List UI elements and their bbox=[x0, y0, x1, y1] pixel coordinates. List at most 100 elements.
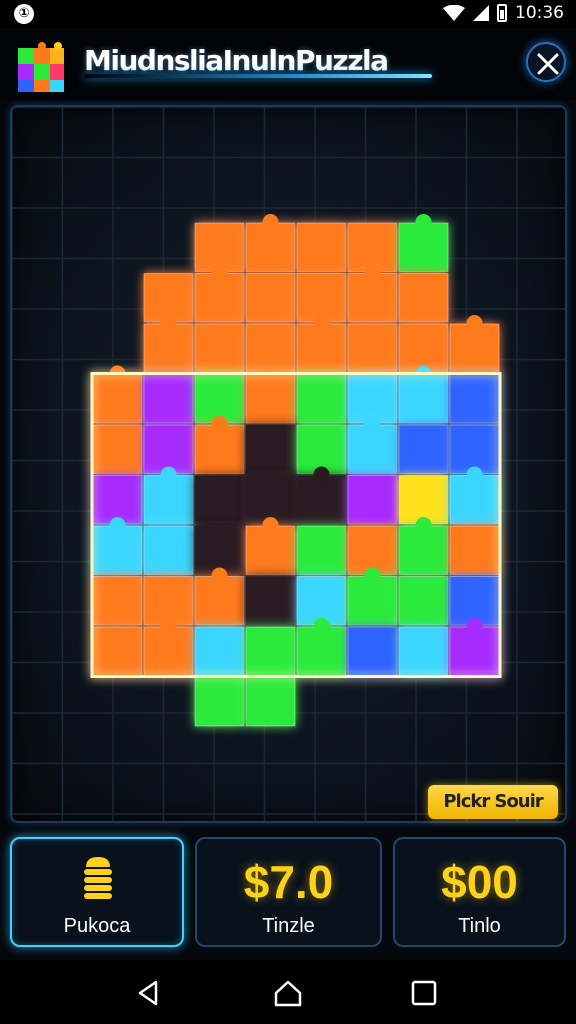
puzzle-knob bbox=[466, 618, 483, 634]
puzzle-piece[interactable] bbox=[92, 374, 143, 424]
puzzle-piece[interactable] bbox=[143, 576, 194, 626]
puzzle-piece[interactable] bbox=[194, 525, 245, 575]
puzzle-piece[interactable] bbox=[194, 222, 245, 272]
puzzle-piece[interactable] bbox=[143, 323, 194, 373]
puzzle-piece[interactable] bbox=[245, 525, 296, 575]
tile-label: Tinzle bbox=[262, 915, 315, 937]
coin-stack-icon bbox=[84, 857, 112, 899]
puzzle-piece[interactable] bbox=[92, 576, 143, 626]
puzzle-piece[interactable] bbox=[296, 222, 347, 272]
puzzle-piece[interactable] bbox=[449, 374, 500, 424]
puzzle-piece[interactable] bbox=[92, 626, 143, 676]
tile-tinzle[interactable]: $7.0 Tinzle bbox=[195, 837, 382, 947]
puzzle-piece[interactable] bbox=[296, 626, 347, 676]
home-icon[interactable] bbox=[271, 976, 305, 1010]
tile-pukoca[interactable]: Pukoca bbox=[10, 837, 184, 947]
puzzle-piece[interactable] bbox=[296, 323, 347, 373]
puzzle-knob bbox=[262, 214, 279, 230]
puzzle-knob bbox=[313, 466, 330, 483]
pick-source-button[interactable]: Plckr Souir bbox=[428, 785, 558, 819]
puzzle-piece[interactable] bbox=[347, 222, 398, 272]
puzzle-piece[interactable] bbox=[347, 475, 398, 525]
puzzle-piece[interactable] bbox=[143, 273, 194, 323]
battery-icon bbox=[497, 4, 507, 22]
notification-icon: ① bbox=[14, 4, 34, 24]
puzzle-pieces[interactable] bbox=[12, 107, 567, 823]
tile-tinlo[interactable]: $00 Tinlo bbox=[393, 837, 566, 947]
puzzle-piece[interactable] bbox=[347, 626, 398, 676]
puzzle-piece[interactable] bbox=[194, 424, 245, 474]
puzzle-piece[interactable] bbox=[347, 424, 398, 474]
puzzle-knob bbox=[109, 517, 126, 533]
puzzle-piece[interactable] bbox=[398, 273, 449, 323]
puzzle-knob bbox=[211, 567, 228, 584]
puzzle-piece[interactable] bbox=[296, 374, 347, 424]
puzzle-piece[interactable] bbox=[449, 576, 500, 626]
puzzle-piece[interactable] bbox=[194, 374, 245, 424]
puzzle-piece[interactable] bbox=[449, 525, 500, 575]
tile-label: Pukoca bbox=[63, 915, 131, 937]
puzzle-piece[interactable] bbox=[92, 525, 143, 575]
app-header: MiudnsliaInulnPuzzla bbox=[0, 28, 576, 100]
puzzle-piece[interactable] bbox=[449, 475, 500, 525]
puzzle-piece[interactable] bbox=[296, 475, 347, 525]
tile-value: $00 bbox=[441, 856, 518, 908]
puzzle-piece[interactable] bbox=[296, 576, 347, 626]
puzzle-piece[interactable] bbox=[143, 475, 194, 525]
puzzle-piece[interactable] bbox=[245, 374, 296, 424]
close-button[interactable] bbox=[526, 42, 566, 82]
puzzle-piece[interactable] bbox=[398, 323, 449, 373]
puzzle-piece[interactable] bbox=[245, 475, 296, 525]
puzzle-piece[interactable] bbox=[245, 626, 296, 676]
puzzle-piece[interactable] bbox=[296, 424, 347, 474]
puzzle-piece[interactable] bbox=[143, 424, 194, 474]
puzzle-piece[interactable] bbox=[398, 525, 449, 575]
puzzle-piece[interactable] bbox=[92, 424, 143, 474]
puzzle-piece[interactable] bbox=[194, 323, 245, 373]
puzzle-piece[interactable] bbox=[245, 576, 296, 626]
tile-value: $7.0 bbox=[243, 856, 334, 908]
puzzle-piece[interactable] bbox=[143, 525, 194, 575]
puzzle-knob bbox=[466, 466, 483, 483]
recents-icon[interactable] bbox=[407, 976, 441, 1010]
status-bar: ① 10:36 bbox=[0, 0, 576, 28]
puzzle-piece[interactable] bbox=[143, 374, 194, 424]
back-icon[interactable] bbox=[132, 976, 166, 1010]
puzzle-board[interactable] bbox=[10, 105, 567, 823]
puzzle-piece[interactable] bbox=[245, 222, 296, 272]
puzzle-piece[interactable] bbox=[347, 374, 398, 424]
puzzle-piece[interactable] bbox=[245, 677, 296, 727]
puzzle-piece[interactable] bbox=[398, 626, 449, 676]
puzzle-piece[interactable] bbox=[194, 677, 245, 727]
puzzle-piece[interactable] bbox=[194, 626, 245, 676]
puzzle-piece[interactable] bbox=[296, 273, 347, 323]
puzzle-piece[interactable] bbox=[398, 222, 449, 272]
tile-label: Tinlo bbox=[458, 915, 501, 937]
puzzle-piece[interactable] bbox=[347, 525, 398, 575]
puzzle-piece[interactable] bbox=[245, 273, 296, 323]
puzzle-piece[interactable] bbox=[449, 323, 500, 373]
puzzle-piece[interactable] bbox=[296, 525, 347, 575]
puzzle-piece[interactable] bbox=[143, 626, 194, 676]
puzzle-piece[interactable] bbox=[398, 475, 449, 525]
puzzle-knob bbox=[313, 315, 330, 331]
puzzle-piece[interactable] bbox=[398, 374, 449, 424]
title-underline bbox=[84, 74, 432, 78]
puzzle-knob bbox=[160, 315, 177, 331]
puzzle-piece[interactable] bbox=[92, 475, 143, 525]
puzzle-piece[interactable] bbox=[347, 576, 398, 626]
puzzle-piece[interactable] bbox=[194, 576, 245, 626]
puzzle-piece[interactable] bbox=[245, 323, 296, 373]
puzzle-piece[interactable] bbox=[194, 475, 245, 525]
puzzle-piece[interactable] bbox=[449, 626, 500, 676]
puzzle-piece[interactable] bbox=[347, 273, 398, 323]
puzzle-knob bbox=[211, 416, 228, 432]
puzzle-piece[interactable] bbox=[449, 424, 500, 474]
puzzle-piece[interactable] bbox=[347, 323, 398, 373]
puzzle-piece[interactable] bbox=[194, 273, 245, 323]
puzzle-piece[interactable] bbox=[245, 424, 296, 474]
puzzle-piece[interactable] bbox=[398, 424, 449, 474]
close-icon bbox=[537, 53, 559, 75]
puzzle-knob bbox=[364, 416, 381, 432]
puzzle-piece[interactable] bbox=[398, 576, 449, 626]
